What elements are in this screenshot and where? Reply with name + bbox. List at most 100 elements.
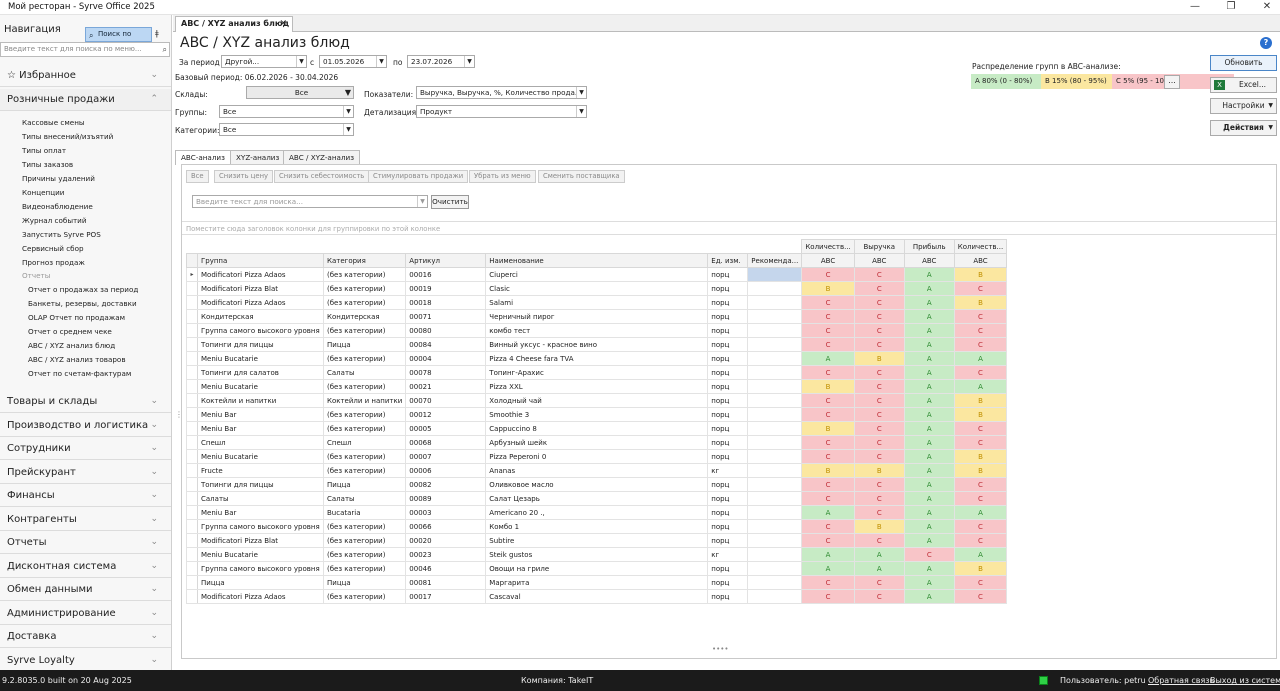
table-row[interactable]: Топинги для пиццы Пицца 00084 Винный уксус … [186, 337, 1008, 352]
document-tab[interactable]: ABC / XYZ анализ блюд ✕ [175, 16, 293, 32]
nav-section-11[interactable]: Доставка ⌄ [0, 626, 171, 648]
nav-report-item-2[interactable]: Банкеты, резервы, доставки [28, 299, 137, 308]
warehouses-select[interactable]: Все ▼ [246, 86, 354, 99]
table-row[interactable]: Meniu Bucatarie (без категории) 00021 Pizza… [186, 379, 1008, 394]
to-date-input[interactable]: 23.07.2026 ▼ [407, 55, 475, 68]
col-metric-profit[interactable]: Прибыль [903, 239, 955, 254]
recommend-cell[interactable] [747, 575, 803, 590]
table-row[interactable]: Топинги для салатов Салаты 00078 Топинг-Ара… [186, 365, 1008, 380]
nav-section-1[interactable]: Товары и склады ⌄ [0, 391, 171, 413]
group-by-area[interactable]: Поместите сюда заголовок колонки для гру… [182, 221, 1276, 235]
nav-search-input[interactable]: Введите текст для поиска по меню... ⌕ [0, 42, 170, 57]
toolbar-button-1[interactable]: Все [186, 170, 209, 183]
recommend-cell[interactable] [747, 505, 803, 520]
table-row[interactable]: Кондитерская Кондитерская 00071 Черничный п… [186, 309, 1008, 324]
recommend-cell[interactable] [747, 323, 803, 338]
col-abc-3[interactable]: ABC [903, 253, 955, 268]
toolbar-button-3[interactable]: Снизить себестоимость [274, 170, 370, 183]
nav-section-3[interactable]: Сотрудники ⌄ [0, 438, 171, 460]
subtab-3[interactable]: ABC / XYZ-анализ [283, 150, 361, 164]
toolbar-button-5[interactable]: Убрать из меню [469, 170, 536, 183]
nav-section-2[interactable]: Производство и логистика ⌄ [0, 414, 171, 437]
recommend-cell[interactable] [747, 379, 803, 394]
table-row[interactable]: Modificatori Pizza Blat (без категории) 00… [186, 533, 1008, 548]
table-row[interactable]: Meniu Bar (без категории) 00012 Smoothie 3п… [186, 407, 1008, 422]
nav-item-4[interactable]: Типы заказов [22, 160, 73, 169]
settings-button[interactable]: Настройки ▼ [1210, 98, 1277, 114]
table-row[interactable]: Meniu Bar Bucataria 00003 Americano 20 ., по… [186, 505, 1008, 520]
recommend-cell[interactable] [747, 589, 803, 604]
recommend-cell[interactable] [747, 421, 803, 436]
groups-select[interactable]: Все ▼ [219, 105, 354, 118]
nav-section-8[interactable]: Дисконтная система ⌄ [0, 555, 171, 578]
recommend-cell[interactable] [747, 267, 803, 282]
nav-item-5[interactable]: Причины удалений [22, 174, 95, 183]
table-row[interactable]: Modificatori Pizza Adaos (без категории) 0… [186, 589, 1008, 604]
nav-report-item-5[interactable]: ABC / XYZ анализ блюд [28, 341, 115, 350]
nav-section-12[interactable]: Syrve Loyalty ⌄ [0, 649, 171, 670]
table-row[interactable]: ▸ Modificatori Pizza Adaos (без категории)… [186, 267, 1008, 282]
splitter-handle-icon[interactable]: •••• [712, 645, 729, 653]
detail-select[interactable]: Продукт ▼ [416, 105, 587, 118]
recommend-cell[interactable] [747, 491, 803, 506]
nav-report-item-4[interactable]: Отчет о среднем чеке [28, 327, 112, 336]
nav-section-favorites[interactable]: ☆ Избранное ⌄ [0, 65, 171, 87]
table-row[interactable]: Группа самого высокого уровня (без катего… [186, 561, 1008, 576]
col-recommend[interactable]: Рекоменда... [747, 253, 803, 268]
excel-button[interactable]: X Excel... [1210, 77, 1277, 93]
feedback-link[interactable]: Обратная связь [1148, 676, 1214, 685]
nav-section-10[interactable]: Администрирование ⌄ [0, 602, 171, 625]
help-icon[interactable]: ? [1260, 37, 1272, 49]
table-row[interactable]: Салаты Салаты 00089 Салат Цезарь порц C C A C [186, 491, 1008, 506]
recommend-cell[interactable] [747, 281, 803, 296]
nav-item-2[interactable]: Типы внесений/изъятий [22, 132, 113, 141]
recommend-cell[interactable] [747, 561, 803, 576]
recommend-cell[interactable] [747, 365, 803, 380]
nav-item-1[interactable]: Кассовые смены [22, 118, 85, 127]
nav-item-9[interactable]: Запустить Syrve POS [22, 230, 101, 239]
recommend-cell[interactable] [747, 351, 803, 366]
menu-search-button[interactable]: ⌕Поиск по меню [85, 27, 152, 51]
recommend-cell[interactable] [747, 393, 803, 408]
nav-item-6[interactable]: Концепции [22, 188, 64, 197]
table-row[interactable]: Пицца Пицца 00081 Маргарита порц C C A C [186, 575, 1008, 590]
col-abc-4[interactable]: ABC [953, 253, 1008, 268]
recommend-cell[interactable] [747, 547, 803, 562]
nav-section-retail[interactable]: Розничные продажи ⌃ [0, 89, 171, 111]
table-row[interactable]: Meniu Bar (без категории) 00005 Cappuccino … [186, 421, 1008, 436]
nav-report-item-7[interactable]: Отчет по счетам-фактурам [28, 369, 131, 378]
table-row[interactable]: Meniu Bucatarie (без категории) 00004 Pizza… [186, 351, 1008, 366]
toolbar-button-4[interactable]: Стимулировать продажи [368, 170, 469, 183]
recommend-cell[interactable] [747, 407, 803, 422]
recommend-cell[interactable] [747, 477, 803, 492]
nav-section-6[interactable]: Контрагенты ⌄ [0, 508, 171, 531]
nav-section-7[interactable]: Отчеты ⌄ [0, 532, 171, 554]
recommend-cell[interactable] [747, 463, 803, 478]
pin-icon[interactable]: ǂ [155, 29, 159, 38]
nav-item-11[interactable]: Прогноз продаж [22, 258, 85, 267]
nav-section-5[interactable]: Финансы ⌄ [0, 485, 171, 507]
col-metric-revenue[interactable]: Выручка [853, 239, 905, 254]
distribution-more-button[interactable]: ... [1164, 75, 1180, 89]
col-group[interactable]: Группа [197, 253, 324, 268]
minimize-button[interactable]: — [1184, 1, 1206, 13]
refresh-button[interactable]: Обновить [1210, 55, 1277, 71]
nav-report-item-6[interactable]: ABC / XYZ анализ товаров [28, 355, 126, 364]
abc-distribution[interactable]: A 80% (0 - 80%) B 15% (80 - 95%) C 5% (95 … [971, 74, 1234, 89]
toolbar-button-2[interactable]: Снизить цену [214, 170, 274, 183]
nav-report-item-1[interactable]: Отчет о продажах за период [28, 285, 138, 294]
col-abc-2[interactable]: ABC [853, 253, 905, 268]
table-row[interactable]: Коктейли и напитки Коктейли и напитки 0007… [186, 393, 1008, 408]
recommend-cell[interactable] [747, 519, 803, 534]
table-row[interactable]: Топинги для пиццы Пицца 00082 Оливковое мас… [186, 477, 1008, 492]
table-row[interactable]: Группа самого высокого уровня (без катего… [186, 519, 1008, 534]
table-row[interactable]: Fructe (без категории) 00006 Ananas кг B B A B [186, 463, 1008, 478]
table-row[interactable]: Спешл Спешл 00068 Арбузный шейк порц C C A C [186, 435, 1008, 450]
col-metric-quantity[interactable]: Количеств... [801, 239, 855, 254]
nav-item-10[interactable]: Сервисный сбор [22, 244, 84, 253]
period-select[interactable]: Другой... ▼ [221, 55, 307, 68]
clear-button[interactable]: Очистить [431, 195, 469, 209]
table-row[interactable]: Modificatori Pizza Blat (без категории) 00… [186, 281, 1008, 296]
recommend-cell[interactable] [747, 337, 803, 352]
col-unit[interactable]: Ед. изм. [707, 253, 749, 268]
